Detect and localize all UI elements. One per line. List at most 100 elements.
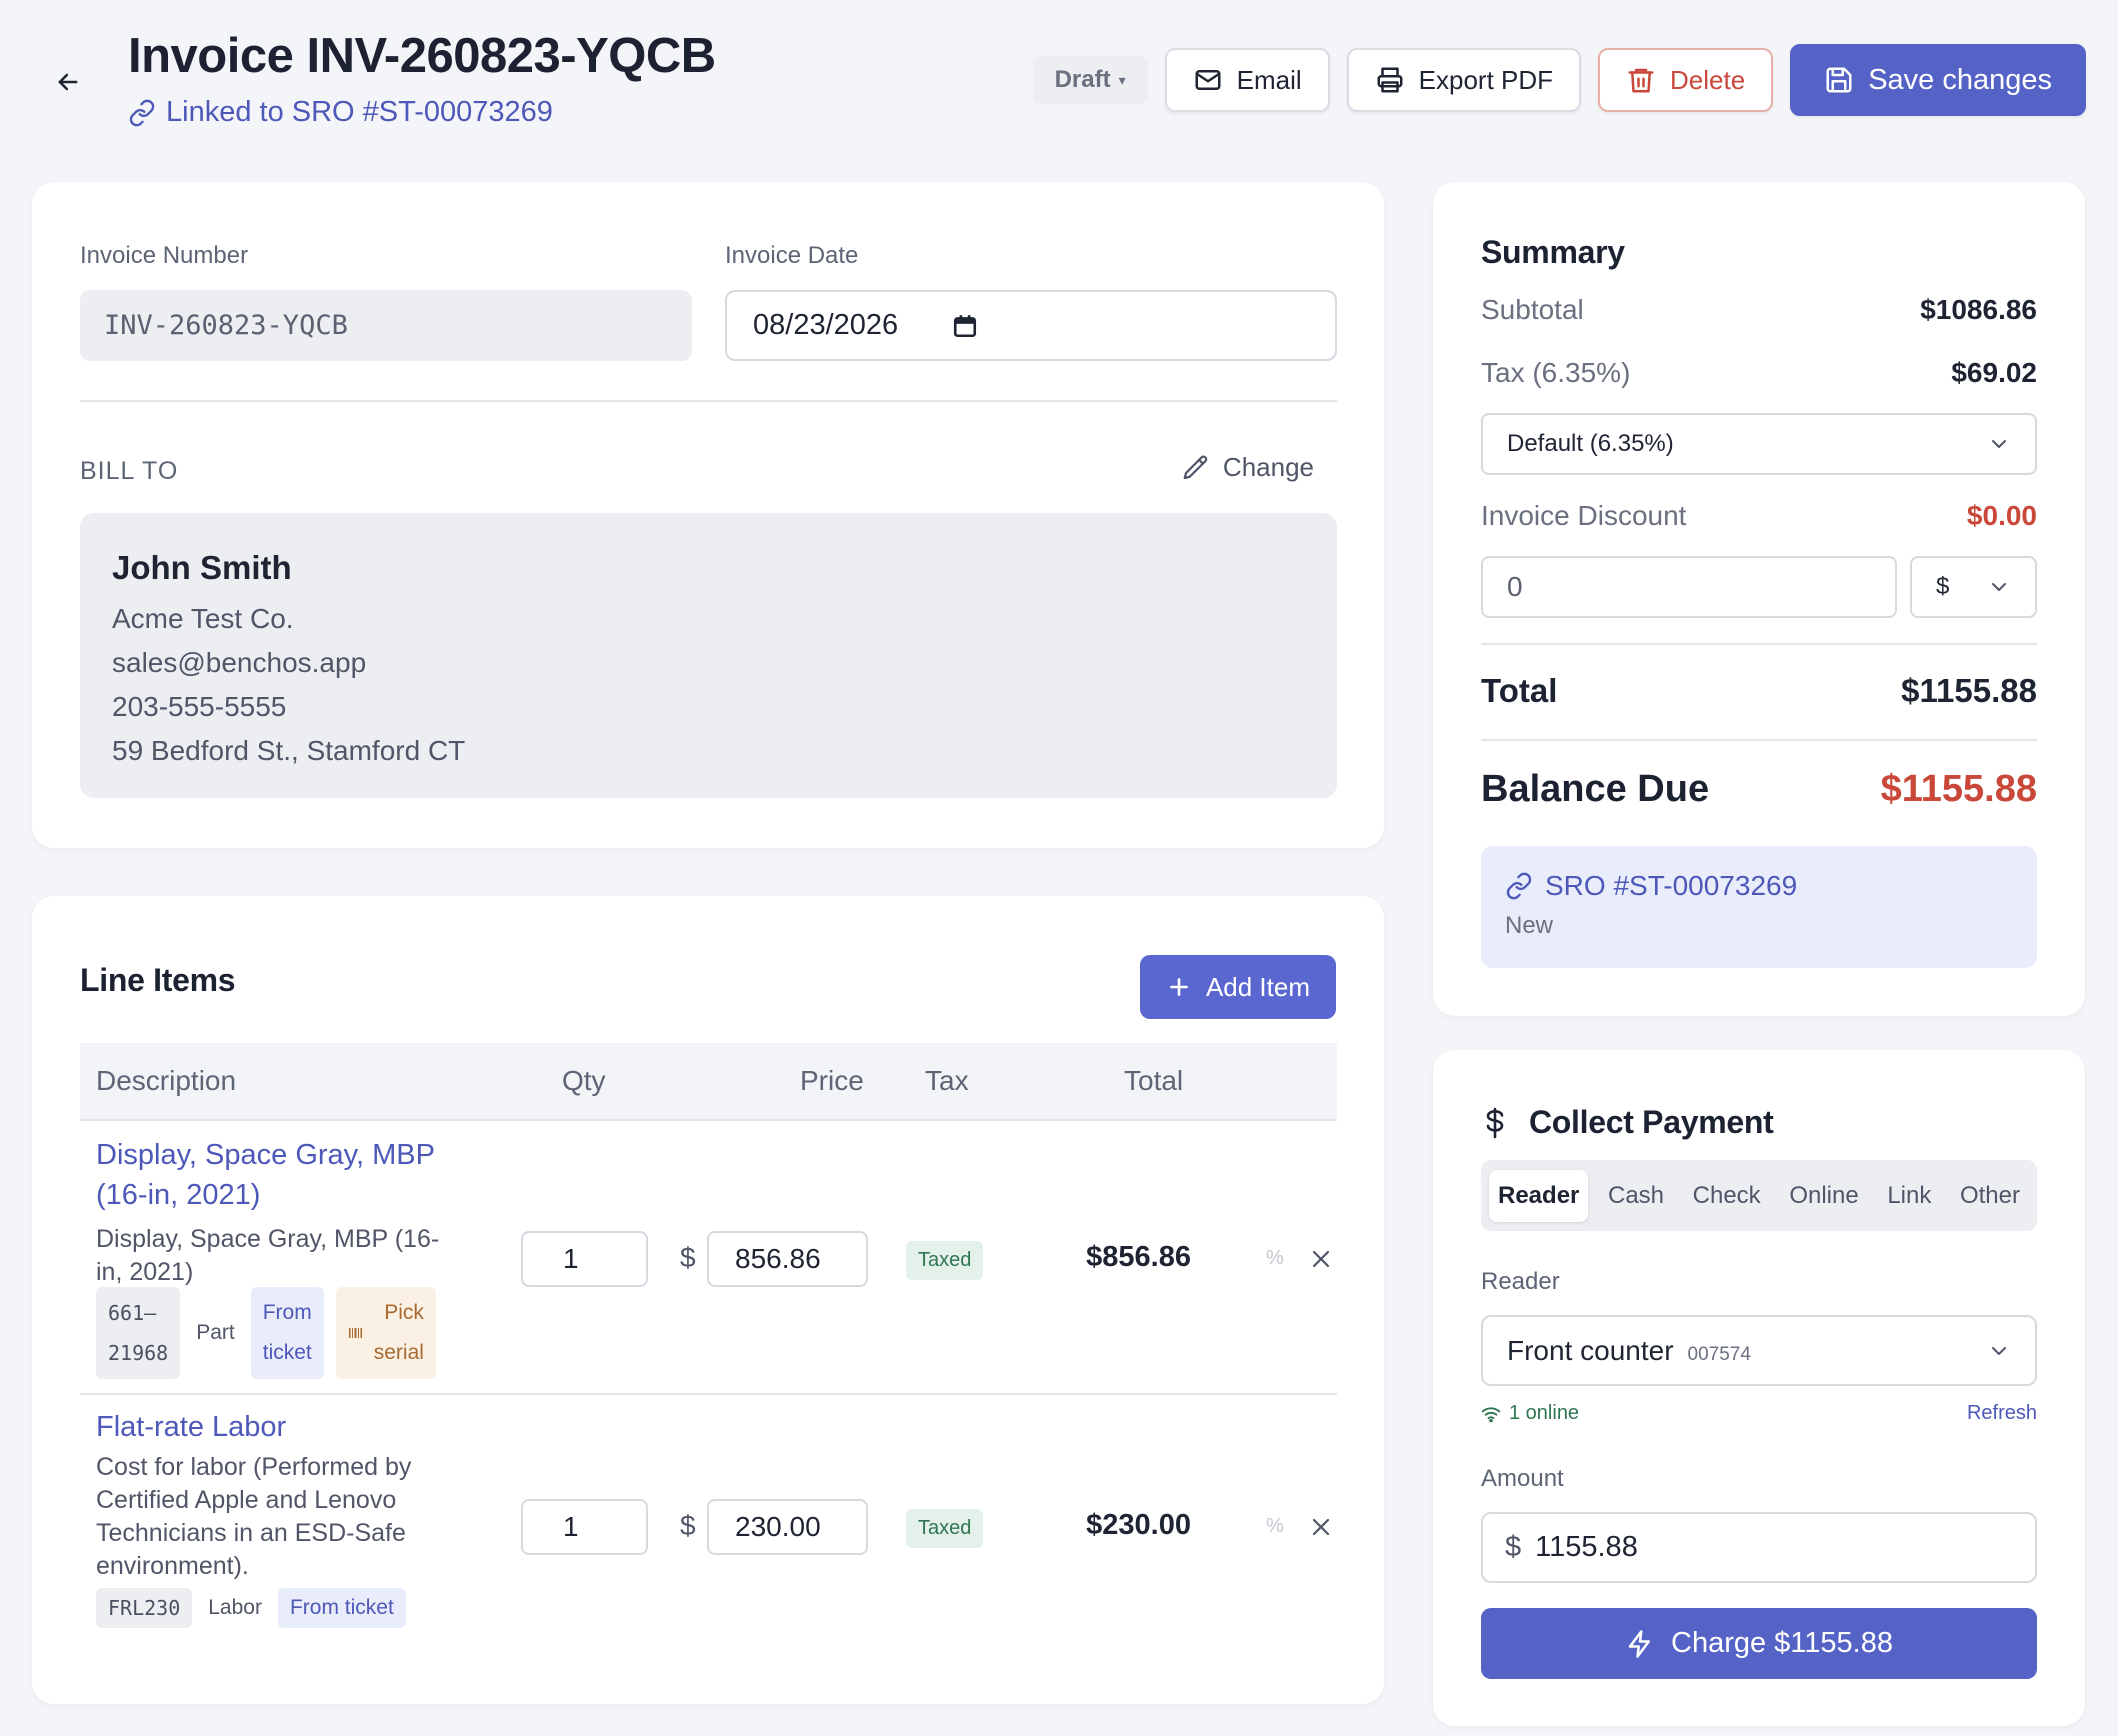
online-text: 1 online: [1509, 1402, 1580, 1424]
sro-link[interactable]: SRO #ST-00073269: [1505, 870, 2013, 902]
item-sku-chip: 661– 21968: [96, 1287, 181, 1379]
remove-item-button[interactable]: [1306, 1244, 1336, 1274]
email-button[interactable]: Email: [1164, 48, 1330, 112]
item-name-line: Display, Space Gray, MBP: [96, 1139, 435, 1171]
amount-value: 1155.88: [1535, 1531, 1638, 1563]
tab-link[interactable]: Link: [1878, 1170, 1940, 1222]
tax-row: Tax (6.35%) $69.02: [1481, 357, 2037, 389]
tab-check[interactable]: Check: [1684, 1170, 1770, 1222]
add-item-button[interactable]: Add Item: [1139, 955, 1336, 1019]
change-customer-button[interactable]: Change: [1181, 452, 1314, 483]
qty-input[interactable]: 1: [521, 1499, 648, 1555]
discount-unit-select[interactable]: $: [1910, 556, 2037, 618]
line-items-title: Line Items: [80, 962, 236, 998]
calendar-icon[interactable]: [952, 313, 978, 339]
table-row: Flat-rate Labor Cost for labor (Performe…: [80, 1397, 1337, 1657]
item-name-line: (16-in, 2021): [96, 1179, 261, 1211]
charge-button[interactable]: Charge $1155.88: [1481, 1608, 2037, 1679]
pick-serial-button[interactable]: Pick serial: [335, 1287, 436, 1379]
discount-row: Invoice Discount $0.00: [1481, 500, 2037, 532]
line-items-card: Line Items Add Item Description Qty Pric…: [32, 896, 1384, 1704]
customer-address: 59 Bedford St., Stamford CT: [112, 735, 466, 766]
price-currency: $: [680, 1242, 696, 1273]
item-name-link[interactable]: Flat-rate Labor: [96, 1407, 286, 1447]
item-description-line: Technicians in an ESD-Safe: [96, 1519, 406, 1547]
sku-line: 21968: [108, 1341, 169, 1365]
from-ticket-chip[interactable]: From ticket: [277, 1588, 406, 1628]
refresh-readers-link[interactable]: Refresh: [1967, 1402, 2037, 1425]
reader-id: 007574: [1687, 1343, 1751, 1365]
tax-status-badge[interactable]: Taxed: [906, 1241, 984, 1280]
serial-line: serial: [373, 1341, 424, 1364]
collect-payment-title: Collect Payment: [1481, 1104, 1774, 1141]
source-line: ticket: [262, 1341, 312, 1364]
price-input[interactable]: 856.86: [707, 1231, 868, 1287]
reader-select[interactable]: Front counter 007574: [1481, 1315, 2037, 1386]
invoice-date-input[interactable]: 08/23/2026: [725, 290, 1337, 361]
price-input[interactable]: 230.00: [707, 1499, 868, 1555]
invoice-number-label: Invoice Number: [80, 242, 249, 269]
item-tags: 661– 21968 Part From ticket Pick serial: [96, 1287, 436, 1379]
total-label: Total: [1481, 672, 1558, 709]
line-total: $856.86: [1086, 1241, 1191, 1273]
subtotal-value: $1086.86: [1920, 294, 2037, 325]
trash-icon: [1628, 68, 1654, 93]
invoice-date-label: Invoice Date: [725, 242, 859, 269]
item-description-line: Display, Space Gray, MBP (16-: [96, 1225, 440, 1253]
status-dropdown[interactable]: Draft ▾: [1032, 56, 1148, 104]
from-ticket-chip[interactable]: From ticket: [250, 1287, 324, 1379]
source-line: From: [262, 1301, 312, 1324]
total-value: $1155.88: [1901, 672, 2037, 709]
customer-company: Acme Test Co.: [112, 603, 294, 634]
change-label: Change: [1222, 452, 1314, 482]
pencil-icon: [1183, 454, 1208, 479]
arrow-left-icon: [58, 73, 78, 91]
qty-input[interactable]: 1: [521, 1231, 648, 1287]
reader-name: Front counter: [1507, 1334, 1674, 1366]
linked-sro-link[interactable]: Linked to SRO #ST-00073269: [128, 96, 553, 129]
invoice-number-field: INV-260823-YQCB: [80, 290, 692, 361]
sku-line: 661–: [108, 1301, 157, 1325]
sro-status: New: [1505, 912, 1554, 939]
col-description: Description: [96, 1065, 237, 1096]
plus-icon: [1170, 978, 1188, 996]
printer-icon: [1377, 67, 1403, 93]
invoice-number-value: INV-260823-YQCB: [104, 310, 348, 341]
chevron-down-icon: [1992, 440, 2006, 448]
customer-name: John Smith: [112, 549, 292, 586]
export-pdf-button[interactable]: Export PDF: [1346, 48, 1582, 112]
linked-sro-box: SRO #ST-00073269 New: [1481, 846, 2037, 968]
dollar-icon: [1486, 1107, 1504, 1138]
tax-rate-select[interactable]: Default (6.35%): [1481, 413, 2037, 475]
line-total: $230.00: [1086, 1509, 1191, 1541]
back-button[interactable]: [48, 62, 88, 102]
barcode-icon: [348, 1328, 362, 1338]
tax-status-badge[interactable]: Taxed: [906, 1509, 984, 1548]
col-tax: Tax: [925, 1065, 969, 1096]
tab-cash[interactable]: Cash: [1599, 1170, 1673, 1222]
mail-icon: [1195, 70, 1221, 90]
tax-value: $69.02: [1951, 357, 2037, 388]
collect-payment-label: Collect Payment: [1529, 1104, 1774, 1140]
discount-percent-button[interactable]: %: [1266, 1515, 1284, 1538]
amount-input[interactable]: $ 1155.88: [1481, 1512, 2037, 1583]
tab-other[interactable]: Other: [1951, 1170, 2029, 1222]
save-icon: [1826, 67, 1852, 93]
tab-online[interactable]: Online: [1780, 1170, 1867, 1222]
discount-percent-button[interactable]: %: [1266, 1247, 1284, 1270]
item-name-link[interactable]: Display, Space Gray, MBP (16-in, 2021): [96, 1135, 435, 1215]
invoice-details-card: Invoice Number Invoice Date INV-260823-Y…: [32, 182, 1384, 848]
discount-input[interactable]: 0: [1481, 556, 1897, 618]
save-changes-button[interactable]: Save changes: [1790, 44, 2086, 116]
remove-item-button[interactable]: [1306, 1512, 1336, 1542]
charge-label: Charge $1155.88: [1671, 1627, 1893, 1659]
page-title: Invoice INV-260823-YQCB: [128, 29, 716, 83]
email-button-label: Email: [1236, 64, 1302, 95]
invoice-date-value: 08/23/2026: [753, 309, 899, 341]
col-price: Price: [800, 1065, 864, 1096]
delete-button[interactable]: Delete: [1598, 48, 1774, 112]
amount-label: Amount: [1481, 1465, 1564, 1492]
tab-reader[interactable]: Reader: [1489, 1169, 1589, 1222]
bill-to-box: John Smith Acme Test Co. sales@benchos.a…: [80, 513, 1337, 798]
reader-online-status: 1 online: [1481, 1402, 1579, 1425]
